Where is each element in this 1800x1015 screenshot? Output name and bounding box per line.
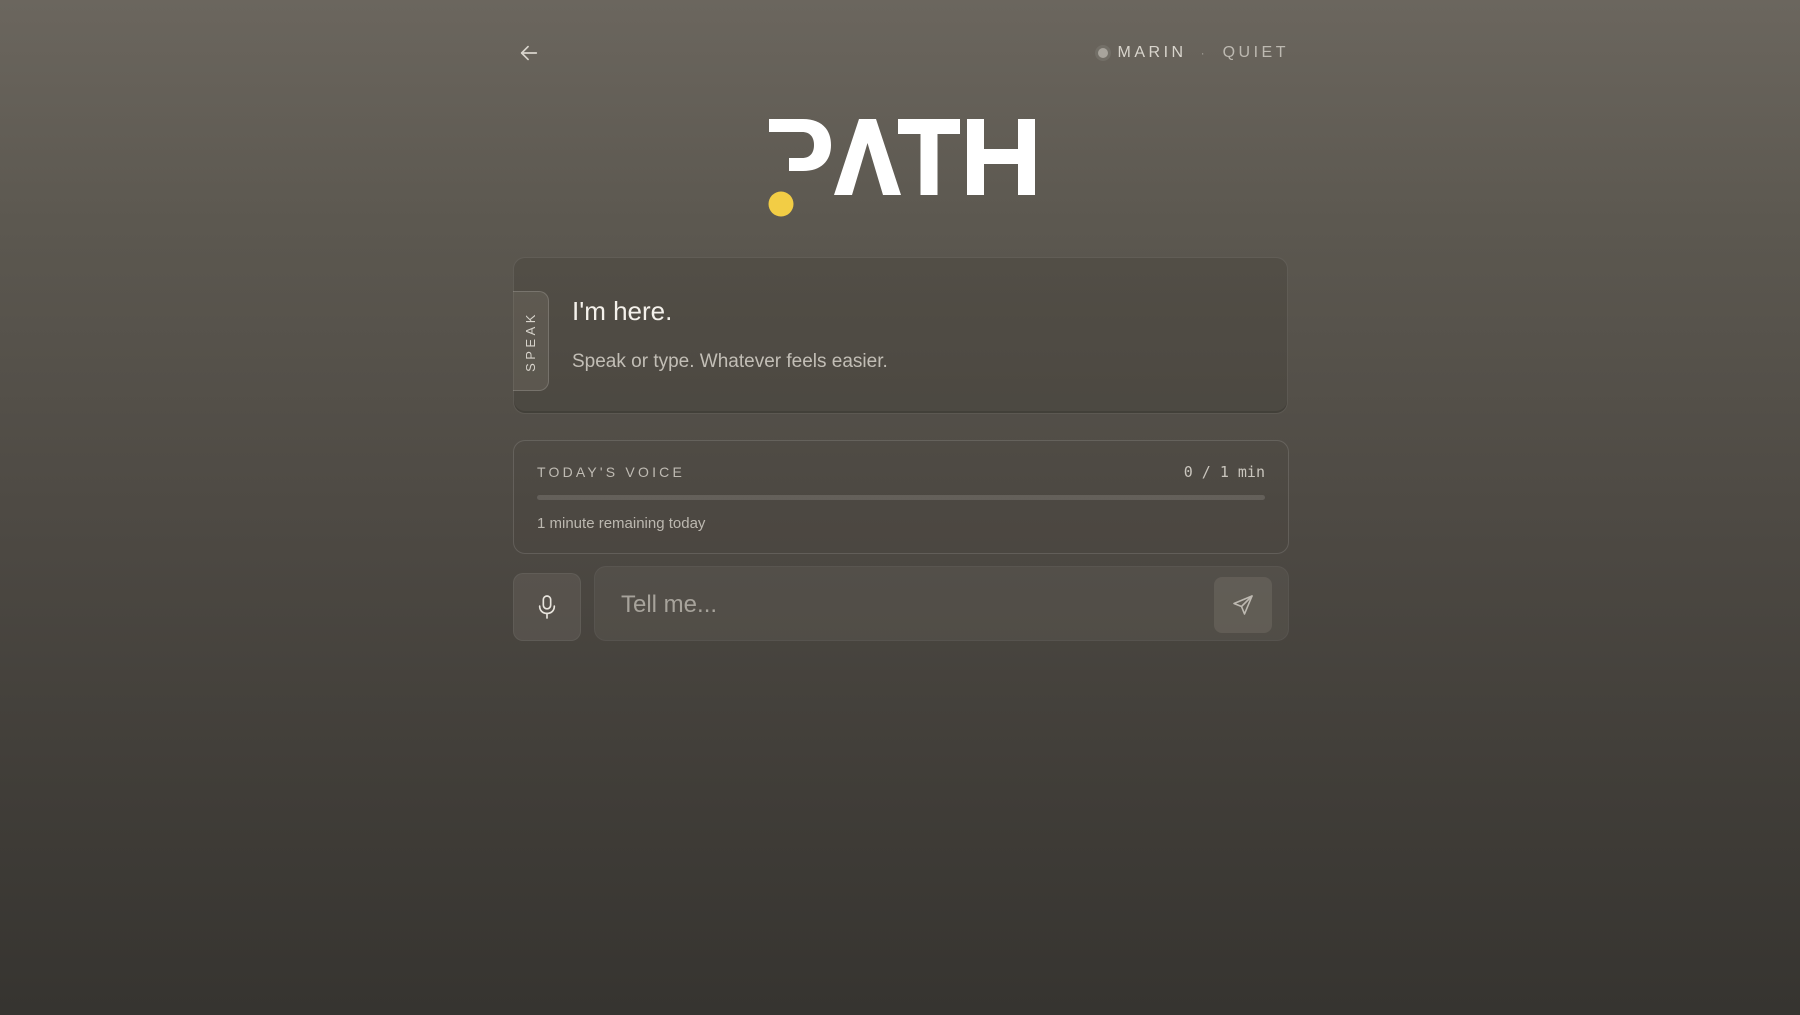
microphone-icon [538, 595, 556, 619]
logo-letter-a [834, 119, 901, 195]
message-composer [594, 566, 1289, 641]
microphone-button[interactable] [513, 573, 581, 641]
voice-usage-count: 0 / 1 min [1183, 463, 1265, 481]
logo-letter-t [898, 119, 960, 195]
prompt-card: SPEAK I'm here. Speak or type. Whatever … [513, 257, 1288, 414]
path-logo [768, 119, 1035, 217]
voice-usage-progress [537, 495, 1265, 500]
status-dot [1097, 48, 1108, 58]
send-button[interactable] [1214, 577, 1272, 633]
logo-letter-p [769, 119, 831, 171]
top-bar: MARIN · QUIET [513, 38, 1289, 68]
session-status: MARIN · QUIET [1097, 44, 1289, 62]
back-button[interactable] [513, 38, 545, 68]
speak-tab[interactable]: SPEAK [513, 291, 549, 391]
arrow-left-icon [520, 45, 538, 61]
logo-letter-h [967, 119, 1035, 195]
send-icon [1233, 595, 1253, 615]
mode-label: QUIET [1222, 44, 1289, 61]
prompt-subtitle: Speak or type. Whatever feels easier. [572, 351, 888, 372]
voice-usage-label: TODAY'S VOICE [537, 464, 686, 480]
voice-remaining-text: 1 minute remaining today [537, 515, 706, 532]
message-input[interactable] [619, 579, 1203, 631]
companion-name: MARIN [1117, 44, 1187, 61]
logo-dot [768, 191, 794, 217]
prompt-title: I'm here. [572, 296, 673, 326]
speak-tab-label: SPEAK [523, 310, 539, 372]
voice-usage-panel: TODAY'S VOICE 0 / 1 min 1 minute remaini… [513, 440, 1289, 554]
status-separator: · [1200, 46, 1205, 60]
